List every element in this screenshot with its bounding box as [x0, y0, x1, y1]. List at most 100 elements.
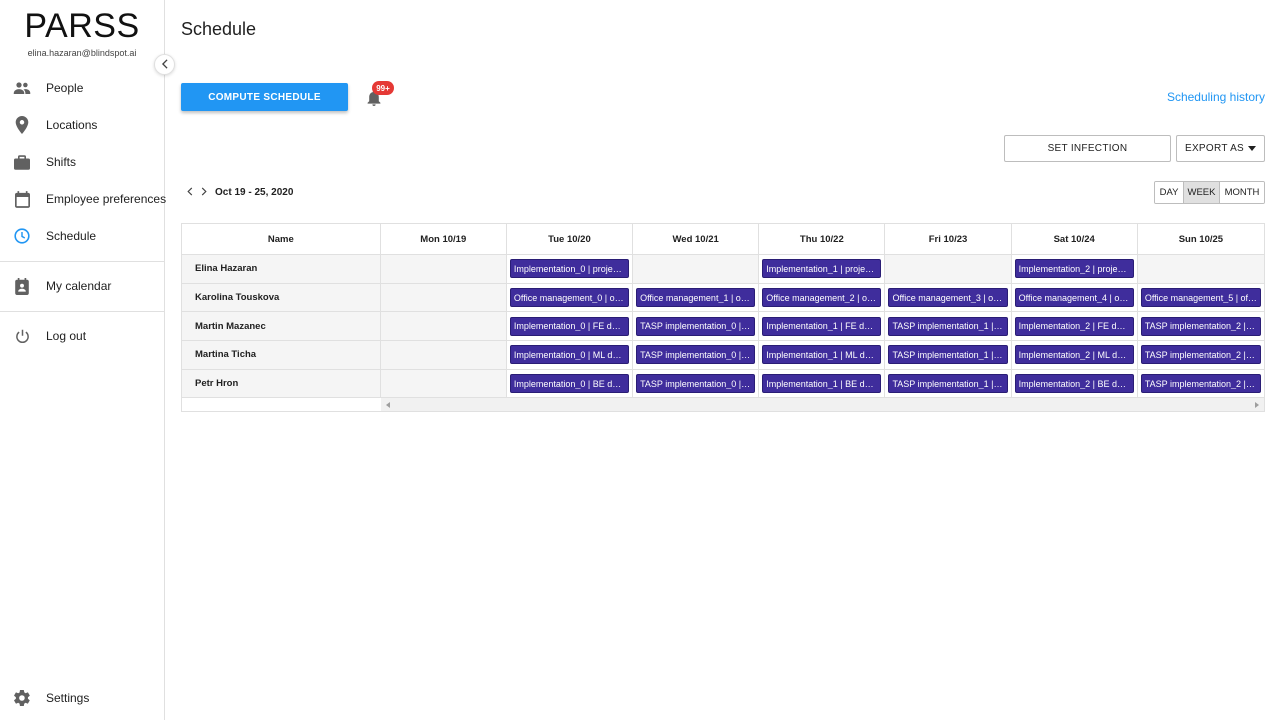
shift-event[interactable]: TASP implementation_0 | M... — [636, 345, 756, 365]
sidebar-item-locations[interactable]: Locations — [0, 110, 164, 140]
shift-event[interactable]: TASP implementation_0 | F... — [636, 316, 756, 336]
chevron-left-icon — [187, 183, 193, 201]
shift-event-label: Implementation_1 | BE deve... — [766, 378, 878, 389]
compute-schedule-button[interactable]: COMPUTE SCHEDULE — [181, 83, 348, 111]
schedule-cell-sun[interactable] — [1137, 255, 1264, 283]
shift-event[interactable]: Implementation_0 | BE deve... — [509, 374, 630, 394]
shift-event[interactable]: Implementation_0 | project ... — [509, 259, 630, 279]
schedule-cell-mon[interactable] — [380, 283, 507, 312]
schedule-cell-sat[interactable]: Implementation_2 | ML dev... — [1011, 341, 1138, 369]
shift-event[interactable]: Implementation_1 | ML dev... — [762, 345, 882, 365]
schedule-cell-sun[interactable]: TASP implementation_2 | B... — [1137, 341, 1264, 369]
date-range-label: Oct 19 - 25, 2020 — [215, 186, 294, 198]
column-header-day: Sun 10/25 — [1137, 224, 1264, 254]
schedule-cell-mon[interactable] — [380, 369, 507, 398]
shift-event[interactable]: TASP implementation_2 | F... — [1140, 316, 1261, 336]
shift-event[interactable]: Office management_4 | offi... — [1014, 288, 1134, 308]
shift-event[interactable]: Implementation_2 | ML dev... — [1014, 345, 1134, 365]
scroll-left-arrow-icon[interactable] — [384, 400, 392, 410]
schedule-cell-tue[interactable]: Implementation_0 | BE deve... — [506, 369, 634, 398]
sidebar-item-label: Locations — [46, 118, 98, 132]
scroll-right-arrow-icon[interactable] — [1253, 400, 1261, 410]
sidebar-item-employee-preferences[interactable]: Employee preferences — [0, 184, 167, 214]
schedule-cell-wed[interactable] — [633, 255, 760, 283]
schedule-cell-mon[interactable] — [380, 341, 507, 369]
shift-event[interactable]: Implementation_0 | ML dev... — [509, 345, 630, 365]
schedule-cell-sat[interactable]: Implementation_2 | FE deve... — [1011, 312, 1138, 341]
shift-event[interactable]: Office management_2 | offi... — [762, 288, 882, 308]
next-week-button[interactable] — [197, 184, 211, 200]
shift-event[interactable]: Office management_1 | offi... — [636, 288, 756, 308]
shift-event[interactable]: Implementation_2 | project ... — [1014, 259, 1134, 279]
shift-event[interactable]: TASP implementation_0 | B... — [636, 374, 756, 394]
previous-week-button[interactable] — [183, 184, 197, 200]
caret-down-icon — [1248, 143, 1257, 154]
schedule-cell-mon[interactable] — [380, 312, 507, 341]
schedule-cell-fri[interactable]: Office management_3 | offi... — [885, 283, 1012, 312]
view-month-button[interactable]: MONTH — [1220, 182, 1264, 203]
schedule-cell-wed[interactable]: TASP implementation_0 | M... — [633, 341, 760, 369]
schedule-cell-fri[interactable]: TASP implementation_1 | F... — [885, 312, 1012, 341]
schedule-cell-sat[interactable]: Implementation_2 | project ... — [1011, 255, 1138, 283]
schedule-cell-thu[interactable]: Implementation_1 | project ... — [759, 255, 886, 283]
schedule-cell-wed[interactable]: Office management_1 | offi... — [633, 283, 760, 312]
shift-event-label: Implementation_0 | ML dev... — [513, 349, 626, 360]
shift-event[interactable]: TASP implementation_2 | B... — [1140, 345, 1261, 365]
export-as-dropdown[interactable]: EXPORT AS — [1176, 135, 1265, 162]
schedule-cell-wed[interactable]: TASP implementation_0 | F... — [633, 312, 760, 341]
shift-event[interactable]: TASP implementation_1 | B... — [888, 374, 1008, 394]
shift-event[interactable]: TASP implementation_1 | M... — [888, 345, 1008, 365]
sidebar-item-label: My calendar — [46, 279, 112, 293]
employee-name: Elina Hazaran — [182, 255, 381, 283]
schedule-cell-mon[interactable] — [380, 255, 507, 283]
shift-event-label: TASP implementation_2 | B... — [1144, 349, 1257, 360]
schedule-cell-thu[interactable]: Implementation_1 | BE deve... — [759, 369, 886, 398]
schedule-cell-tue[interactable]: Implementation_0 | FE deve... — [506, 312, 634, 341]
sidebar-item-schedule[interactable]: Schedule — [0, 221, 164, 251]
schedule-cell-sat[interactable]: Implementation_2 | BE deve... — [1011, 369, 1138, 398]
schedule-cell-thu[interactable]: Office management_2 | offi... — [759, 283, 886, 312]
shift-event[interactable]: TASP implementation_2 | M... — [1140, 374, 1261, 394]
schedule-cell-thu[interactable]: Implementation_1 | FE deve... — [759, 312, 886, 341]
shift-event-label: TASP implementation_1 | M... — [892, 349, 1004, 360]
schedule-cell-fri[interactable]: TASP implementation_1 | M... — [885, 341, 1012, 369]
shift-event[interactable]: Implementation_1 | project ... — [762, 259, 882, 279]
shift-event[interactable]: TASP implementation_1 | F... — [888, 316, 1008, 336]
view-week-button[interactable]: WEEK — [1184, 182, 1220, 203]
employee-name: Petr Hron — [182, 369, 381, 398]
shift-event[interactable]: Office management_3 | offi... — [888, 288, 1008, 308]
schedule-cell-wed[interactable]: TASP implementation_0 | B... — [633, 369, 760, 398]
sidebar-item-my-calendar[interactable]: My calendar — [0, 271, 164, 301]
schedule-cell-sun[interactable]: TASP implementation_2 | F... — [1137, 312, 1264, 341]
sidebar-item-log-out[interactable]: Log out — [0, 321, 164, 351]
sidebar-item-shifts[interactable]: Shifts — [0, 147, 164, 177]
shift-event[interactable]: Implementation_2 | FE deve... — [1014, 316, 1134, 336]
scrollbar-track[interactable] — [381, 398, 1264, 412]
shift-event[interactable]: Office management_0 | offi... — [509, 288, 630, 308]
shift-event[interactable]: Office management_5 | offi... — [1140, 288, 1261, 308]
horizontal-scrollbar[interactable] — [182, 398, 1264, 412]
shift-event[interactable]: Implementation_0 | FE deve... — [509, 316, 630, 336]
shift-event[interactable]: Implementation_1 | FE deve... — [762, 316, 882, 336]
schedule-cell-fri[interactable] — [885, 255, 1012, 283]
schedule-cell-sun[interactable]: TASP implementation_2 | M... — [1137, 369, 1264, 398]
sidebar-item-people[interactable]: People — [0, 73, 164, 103]
schedule-cell-thu[interactable]: Implementation_1 | ML dev... — [759, 341, 886, 369]
scheduling-history-link[interactable]: Scheduling history — [1167, 90, 1265, 104]
schedule-cell-sun[interactable]: Office management_5 | offi... — [1137, 283, 1264, 312]
shift-event[interactable]: Implementation_2 | BE deve... — [1014, 374, 1134, 394]
view-day-button[interactable]: DAY — [1155, 182, 1184, 203]
chevron-left-icon — [161, 56, 169, 74]
schedule-cell-tue[interactable]: Office management_0 | offi... — [506, 283, 634, 312]
schedule-cell-sat[interactable]: Office management_4 | offi... — [1011, 283, 1138, 312]
collapse-sidebar-button[interactable] — [154, 54, 175, 75]
schedule-cell-tue[interactable]: Implementation_0 | ML dev... — [506, 341, 634, 369]
set-infection-button[interactable]: SET INFECTION — [1004, 135, 1171, 162]
schedule-cell-tue[interactable]: Implementation_0 | project ... — [506, 255, 634, 283]
schedule-cell-fri[interactable]: TASP implementation_1 | B... — [885, 369, 1012, 398]
column-header-day: Sat 10/24 — [1011, 224, 1138, 254]
shift-event[interactable]: Implementation_1 | BE deve... — [762, 374, 882, 394]
sidebar-item-label: Employee preferences — [46, 192, 167, 206]
column-header-day: Mon 10/19 — [380, 224, 507, 254]
sidebar-item-settings[interactable]: Settings — [0, 683, 164, 713]
